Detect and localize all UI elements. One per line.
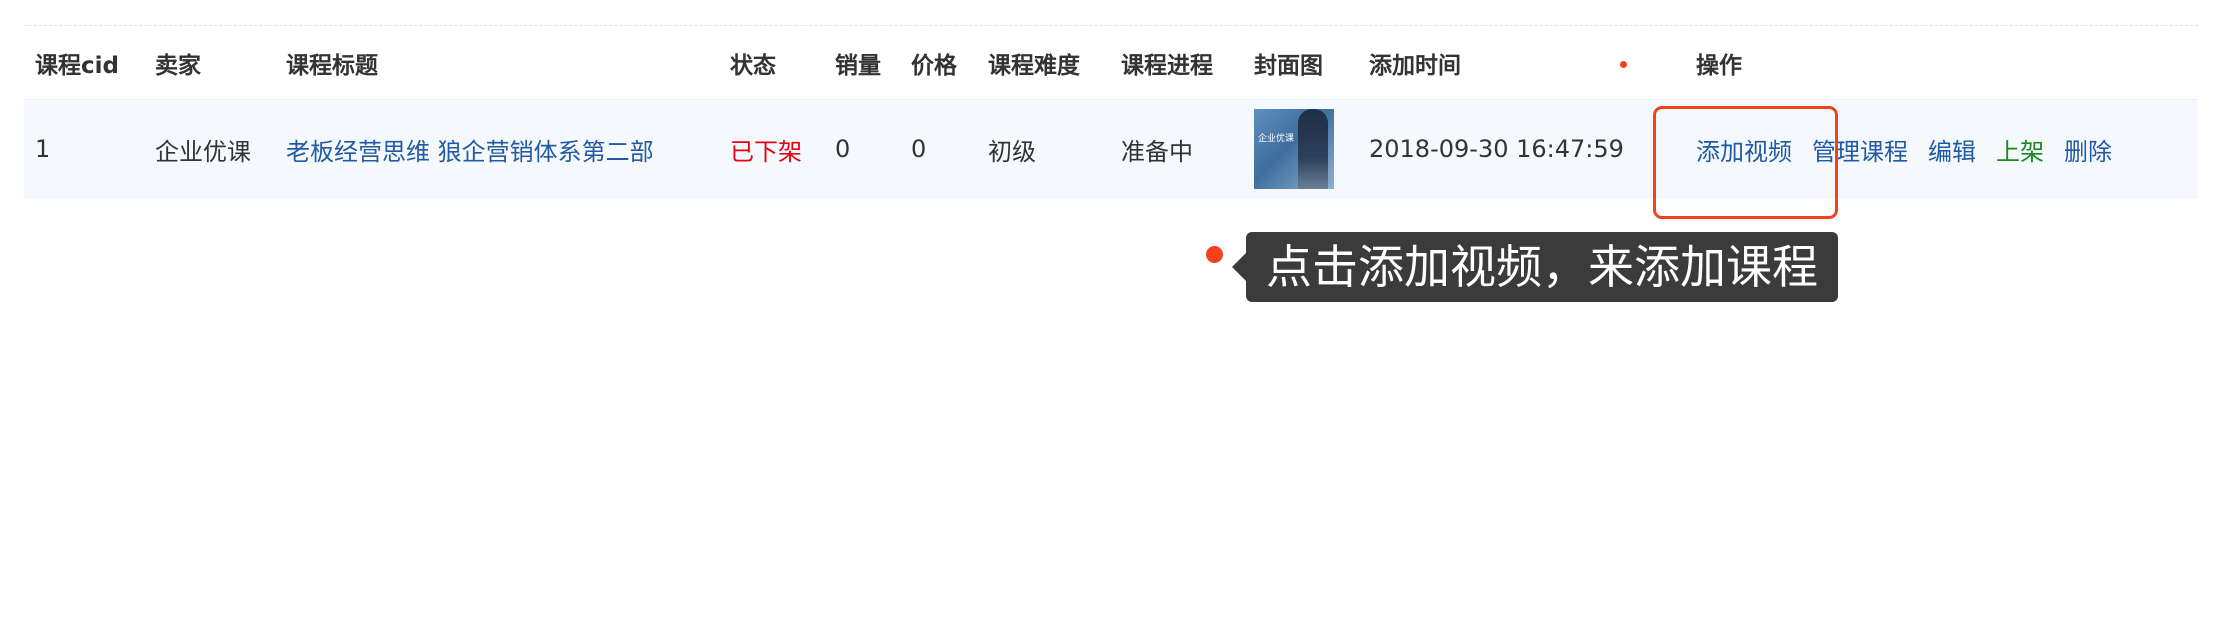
status-badge: 已下架 bbox=[730, 137, 802, 166]
cell-progress: 准备中 bbox=[1110, 98, 1243, 199]
cover-image: 企业优课 bbox=[1254, 109, 1334, 190]
header-seller: 卖家 bbox=[155, 52, 201, 79]
header-status: 状态 bbox=[730, 52, 776, 79]
cell-added-time: 2018-09-30 16:47:59 bbox=[1358, 98, 1685, 199]
table-row: 1 企业优课 老板经营思维 狼企营销体系第二部 已下架 0 0 初级 准备中 企… bbox=[24, 98, 2198, 199]
course-table: 课程cid 卖家 课程标题 状态 销量 价格 课程难度 课程进程 封面图 添加时… bbox=[24, 27, 2198, 199]
header-cover: 封面图 bbox=[1254, 52, 1323, 79]
delete-link[interactable]: 删除 bbox=[2064, 132, 2112, 167]
cover-figure bbox=[1298, 109, 1328, 190]
cell-sales: 0 bbox=[824, 98, 900, 199]
publish-link[interactable]: 上架 bbox=[1996, 132, 2044, 167]
tooltip-marker-dot bbox=[1206, 246, 1223, 263]
header-progress: 课程进程 bbox=[1121, 52, 1213, 79]
table-header-row: 课程cid 卖家 课程标题 状态 销量 价格 课程难度 课程进程 封面图 添加时… bbox=[24, 27, 2198, 99]
cell-actions: 添加视频 管理课程 编辑 上架 删除 bbox=[1685, 98, 2198, 199]
edit-link[interactable]: 编辑 bbox=[1928, 132, 1976, 167]
cell-seller: 企业优课 bbox=[144, 98, 275, 199]
cell-price: 0 bbox=[900, 98, 977, 199]
course-title-link[interactable]: 老板经营思维 狼企营销体系第二部 bbox=[286, 138, 654, 166]
header-cid: 课程cid bbox=[35, 52, 119, 79]
add-video-link[interactable]: 添加视频 bbox=[1696, 132, 1792, 167]
instruction-tooltip: 点击添加视频，来添加课程 bbox=[1232, 232, 1838, 302]
cell-status: 已下架 bbox=[719, 98, 824, 199]
annotation-marker-dot bbox=[1620, 61, 1627, 68]
header-title: 课程标题 bbox=[286, 52, 378, 79]
table-top-divider bbox=[24, 25, 2198, 26]
header-difficulty: 课程难度 bbox=[988, 52, 1080, 79]
header-sales: 销量 bbox=[835, 52, 881, 79]
header-added-time: 添加时间 bbox=[1369, 52, 1461, 79]
header-actions: 操作 bbox=[1696, 52, 1742, 79]
manage-course-link[interactable]: 管理课程 bbox=[1812, 132, 1908, 167]
cover-logo-text: 企业优课 bbox=[1258, 134, 1295, 145]
header-price: 价格 bbox=[911, 52, 957, 79]
cell-difficulty: 初级 bbox=[977, 98, 1110, 199]
cell-cover: 企业优课 bbox=[1243, 98, 1358, 199]
cell-cid: 1 bbox=[24, 98, 144, 199]
cell-title: 老板经营思维 狼企营销体系第二部 bbox=[275, 98, 719, 199]
